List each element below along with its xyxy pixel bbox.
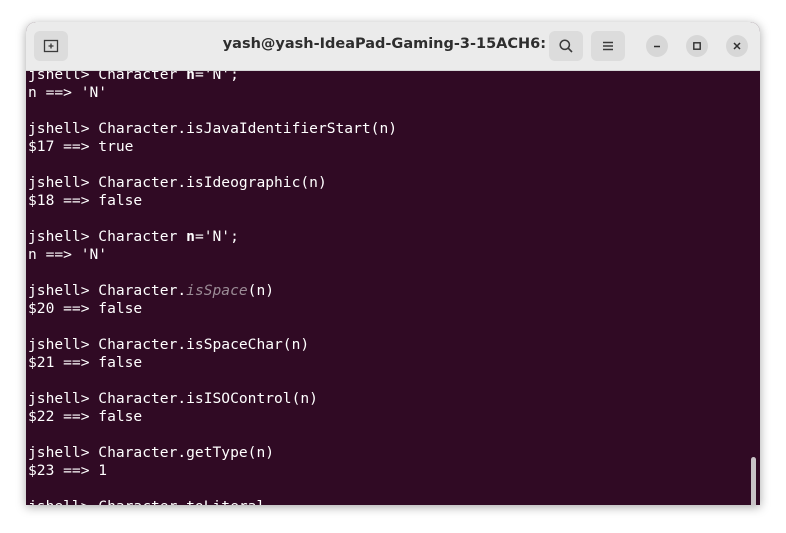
- deprecated-method: isSpace: [186, 282, 248, 299]
- minimize-button[interactable]: [646, 35, 668, 57]
- new-tab-button[interactable]: [34, 31, 68, 61]
- search-button[interactable]: [549, 31, 583, 61]
- line-text: (n): [247, 282, 275, 299]
- line-text: jshell> Character: [28, 228, 187, 245]
- close-button[interactable]: [726, 35, 748, 57]
- terminal-line: jshell> Character.toLiteral: [28, 498, 397, 505]
- hamburger-menu-icon: [603, 41, 613, 51]
- terminal-line: jshell> Character n='N';: [28, 71, 397, 84]
- search-icon: [559, 39, 573, 53]
- bold-identifier: n: [186, 228, 195, 245]
- terminal-line: jshell> Character n='N';: [28, 228, 397, 246]
- scrollbar-thumb[interactable]: [751, 457, 756, 505]
- close-icon: [733, 42, 741, 50]
- terminal-line: $21 ==> false: [28, 354, 143, 371]
- minimize-icon: [654, 45, 660, 48]
- terminal-line: n ==> 'N': [28, 246, 108, 263]
- terminal-line: n ==> 'N': [28, 84, 108, 101]
- terminal-line: $17 ==> true: [28, 138, 134, 155]
- terminal-line: jshell> Character.getType(n): [28, 444, 275, 461]
- maximize-button[interactable]: [686, 35, 708, 57]
- terminal-line: $18 ==> false: [28, 192, 143, 209]
- terminal-line: jshell> Character.isIdeographic(n): [28, 174, 327, 191]
- terminal-line: jshell> Character.isISOControl(n): [28, 390, 318, 407]
- line-text: ='N';: [194, 71, 239, 83]
- terminal-line: jshell> Character.isJavaIdentifierStart(…: [28, 120, 398, 137]
- terminal-line: $23 ==> 1: [28, 462, 108, 479]
- terminal-line: $20 ==> false: [28, 300, 143, 317]
- terminal-window: yash@yash-IdeaPad-Gaming-3-15ACH6: ~ jsh…: [26, 22, 760, 505]
- maximize-icon: [693, 42, 701, 50]
- terminal-line: $22 ==> false: [28, 408, 143, 425]
- title-bar: yash@yash-IdeaPad-Gaming-3-15ACH6: ~: [26, 22, 760, 71]
- terminal-lines: jshell> Character n='N'; n ==> 'N' jshell>…: [28, 71, 397, 505]
- line-text: jshell> Character.: [28, 282, 187, 299]
- new-tab-icon: [43, 39, 59, 53]
- terminal-line: jshell> Character.isSpace(n): [28, 282, 397, 300]
- menu-button[interactable]: [591, 31, 625, 61]
- line-text: jshell> Character: [28, 71, 187, 83]
- line-text: ='N';: [194, 228, 239, 245]
- terminal-output[interactable]: jshell> Character n='N'; n ==> 'N' jshell>…: [26, 71, 760, 505]
- bold-identifier: n: [186, 71, 195, 83]
- terminal-line: jshell> Character.isSpaceChar(n): [28, 336, 310, 353]
